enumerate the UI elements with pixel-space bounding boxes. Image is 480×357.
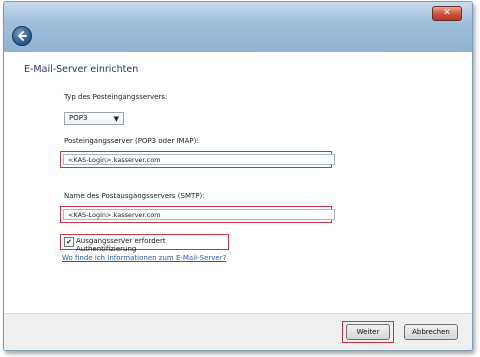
- chevron-down-icon: ▼: [113, 115, 119, 123]
- wizard-content: E-Mail-Server einrichten Typ des Postein…: [4, 52, 472, 314]
- checkmark-icon: ✔: [66, 238, 72, 246]
- page-title: E-Mail-Server einrichten: [24, 64, 139, 75]
- outgoing-server-input[interactable]: [63, 209, 335, 220]
- back-arrow-icon: [18, 31, 27, 41]
- next-button[interactable]: Weiter: [346, 324, 390, 340]
- cancel-button[interactable]: Abbrechen: [404, 324, 458, 340]
- incoming-server-label: Posteingangsserver (POP3 oder IMAP):: [64, 137, 199, 145]
- next-button-highlight: Weiter: [342, 321, 394, 343]
- incoming-server-highlight: [60, 151, 335, 168]
- back-button[interactable]: [12, 26, 32, 46]
- outgoing-server-highlight: [60, 206, 335, 223]
- email-server-help-link[interactable]: Wo finde ich Informationen zum E-Mail-Se…: [62, 254, 226, 262]
- incoming-type-label: Typ des Posteingangsservers:: [64, 93, 168, 101]
- close-icon: ✕: [443, 8, 451, 18]
- incoming-type-select[interactable]: POP3 ▼: [64, 112, 124, 125]
- title-bar: ✕: [4, 2, 472, 53]
- close-button[interactable]: ✕: [432, 6, 462, 21]
- incoming-server-input[interactable]: [63, 154, 335, 165]
- auth-checkbox-highlight: ✔ Ausgangsserver erfordert Authentifizie…: [60, 234, 229, 253]
- incoming-type-value: POP3: [69, 114, 88, 122]
- auth-checkbox[interactable]: ✔: [64, 237, 74, 247]
- auth-checkbox-label[interactable]: Ausgangsserver erfordert Authentifizieru…: [76, 237, 228, 253]
- wizard-footer: Weiter Abbrechen: [4, 313, 472, 350]
- outgoing-server-label: Name des Postausgangsservers (SMTP):: [64, 192, 205, 200]
- dialog-window: ✕ E-Mail-Server einrichten Typ des Poste…: [3, 1, 473, 351]
